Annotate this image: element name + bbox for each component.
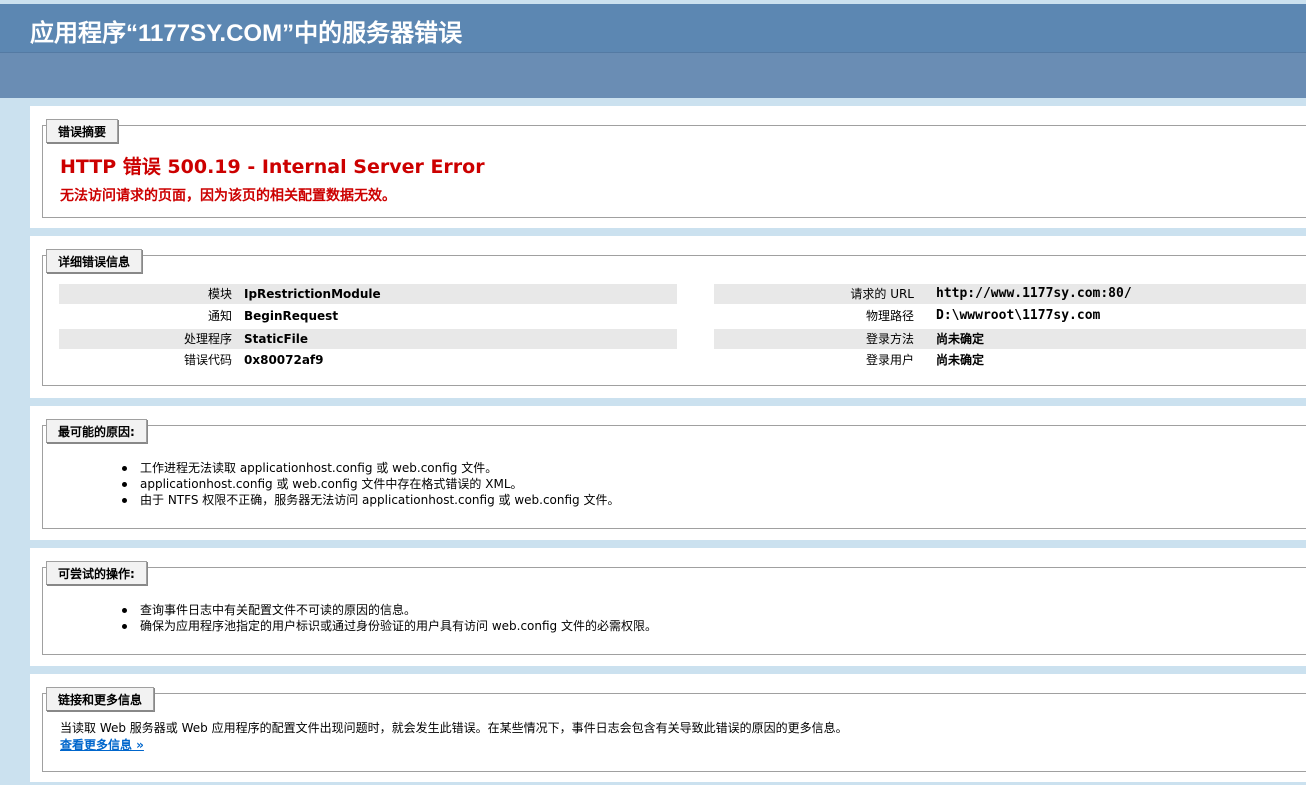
detail-label: 请求的 URL	[850, 287, 914, 301]
header-band	[0, 52, 1306, 98]
detail-value: BeginRequest	[244, 309, 339, 323]
list-item-text: 确保为应用程序池指定的用户标识或通过身份验证的用户具有访问 web.config…	[140, 619, 657, 633]
list-item-text: applicationhost.config 或 web.config 文件中存…	[140, 477, 523, 491]
causes-list: 工作进程无法读取 applicationhost.config 或 web.co…	[118, 460, 620, 508]
bullet-icon	[122, 482, 127, 487]
detail-label: 错误代码	[183, 353, 232, 367]
detail-label: 模块	[207, 287, 232, 301]
detail-row: 通知 BeginRequest	[59, 306, 677, 326]
list-item: 确保为应用程序池指定的用户标识或通过身份验证的用户具有访问 web.config…	[118, 618, 657, 634]
list-item: applicationhost.config 或 web.config 文件中存…	[118, 476, 620, 492]
links-panel: 链接和更多信息 当读取 Web 服务器或 Web 应用程序的配置文件出现问题时，…	[30, 674, 1306, 782]
error-title: HTTP 错误 500.19 - Internal Server Error	[60, 156, 485, 178]
actions-list: 查询事件日志中有关配置文件不可读的原因的信息。 确保为应用程序池指定的用户标识或…	[118, 602, 657, 634]
bullet-icon	[122, 466, 127, 471]
section-legend: 可尝试的操作:	[46, 561, 147, 585]
actions-panel: 可尝试的操作: 查询事件日志中有关配置文件不可读的原因的信息。 确保为应用程序池…	[30, 548, 1306, 666]
error-subtitle: 无法访问请求的页面，因为该页的相关配置数据无效。	[60, 188, 396, 204]
list-item-text: 工作进程无法读取 applicationhost.config 或 web.co…	[140, 461, 498, 475]
bullet-icon	[122, 608, 127, 613]
bullet-icon	[122, 624, 127, 629]
error-summary-panel: 错误摘要 HTTP 错误 500.19 - Internal Server Er…	[30, 106, 1306, 228]
section-legend: 链接和更多信息	[46, 687, 155, 711]
detail-value: IpRestrictionModule	[244, 287, 381, 301]
list-item-text: 查询事件日志中有关配置文件不可读的原因的信息。	[140, 603, 417, 617]
detail-label: 登录方法	[865, 332, 914, 346]
detail-row: 处理程序 StaticFile	[59, 329, 677, 349]
page-title: 应用程序“1177SY.COM”中的服务器错误	[30, 20, 463, 47]
list-item: 由于 NTFS 权限不正确，服务器无法访问 applicationhost.co…	[118, 492, 620, 508]
detail-row: 物理路径 D:\wwwroot\1177sy.com	[714, 306, 1306, 326]
detail-label: 通知	[207, 309, 232, 323]
bullet-icon	[122, 498, 127, 503]
page-header: 应用程序“1177SY.COM”中的服务器错误	[0, 4, 1306, 98]
detail-value: StaticFile	[244, 332, 309, 346]
section-legend: 错误摘要	[46, 119, 119, 143]
detail-value: http://www.1177sy.com:80/	[936, 286, 1132, 301]
detail-row: 登录用户 尚未确定	[714, 350, 1306, 370]
section-legend: 详细错误信息	[46, 249, 143, 273]
detail-label: 处理程序	[183, 332, 232, 346]
detail-value: 尚未确定	[936, 332, 985, 346]
causes-panel: 最可能的原因: 工作进程无法读取 applicationhost.config …	[30, 406, 1306, 540]
info-paragraph: 当读取 Web 服务器或 Web 应用程序的配置文件出现问题时，就会发生此错误。…	[60, 721, 848, 735]
detail-value: 0x80072af9	[244, 353, 324, 367]
detail-row: 登录方法 尚未确定	[714, 329, 1306, 349]
detail-row: 错误代码 0x80072af9	[59, 350, 677, 370]
list-item: 工作进程无法读取 applicationhost.config 或 web.co…	[118, 460, 620, 476]
list-item: 查询事件日志中有关配置文件不可读的原因的信息。	[118, 602, 657, 618]
more-info-link[interactable]: 查看更多信息 »	[60, 736, 144, 753]
detail-value: D:\wwwroot\1177sy.com	[936, 308, 1101, 323]
detailed-error-panel: 详细错误信息 模块 IpRestrictionModule 通知 BeginRe…	[30, 236, 1306, 398]
detail-row: 请求的 URL http://www.1177sy.com:80/	[714, 284, 1306, 304]
section-legend: 最可能的原因:	[46, 419, 147, 443]
detail-label: 登录用户	[865, 353, 914, 367]
detail-label: 物理路径	[865, 309, 914, 323]
list-item-text: 由于 NTFS 权限不正确，服务器无法访问 applicationhost.co…	[140, 493, 620, 507]
detail-value: 尚未确定	[936, 353, 985, 367]
detail-row: 模块 IpRestrictionModule	[59, 284, 677, 304]
